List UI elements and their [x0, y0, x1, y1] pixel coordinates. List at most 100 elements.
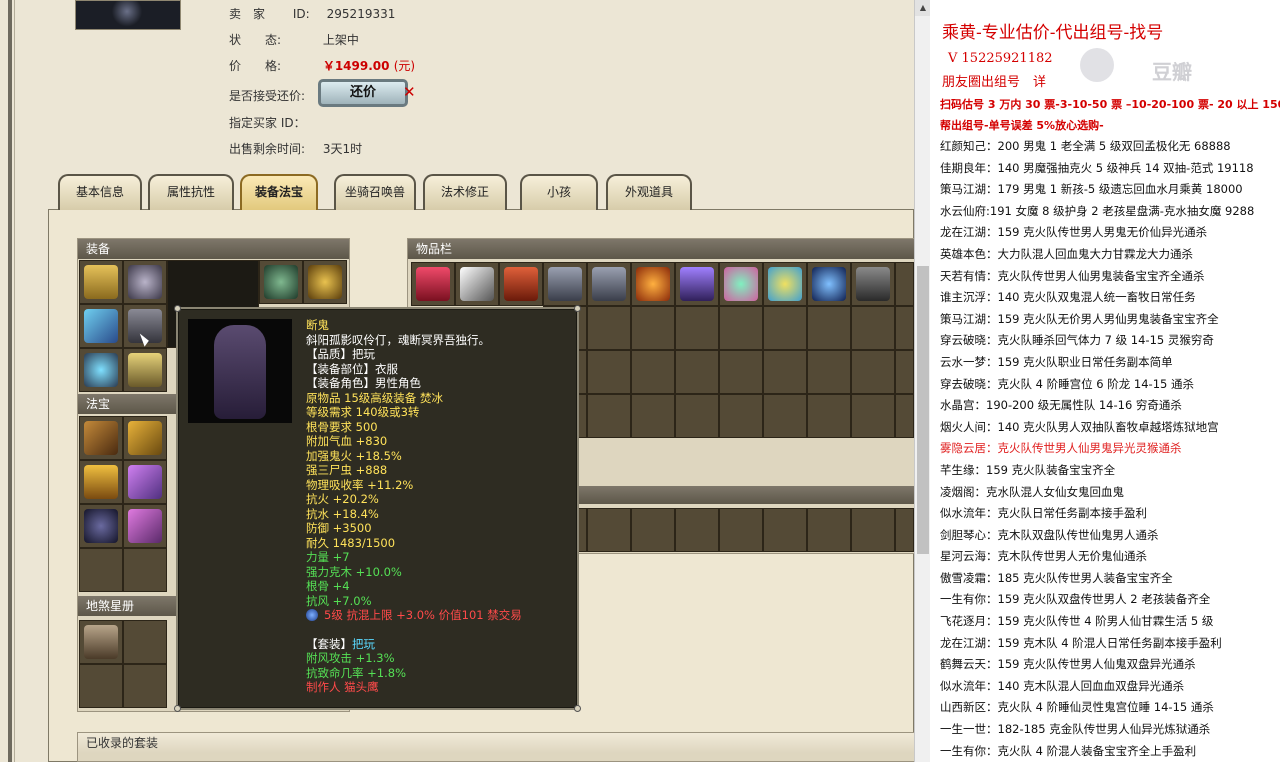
equip-slot[interactable] [123, 260, 167, 304]
dishastar-header: 地煞星册 [78, 596, 176, 616]
counter-offer-button[interactable]: 还价 [318, 79, 408, 107]
notes-list-item: 龙在江湖：159 克火队传世男人男鬼无价仙异光通杀 [940, 225, 1208, 240]
notes-list-item: 佳期良年：140 男魔强抽克火 5 级神兵 14 双抽-范式 19118 [940, 160, 1254, 175]
inventory-slot[interactable] [851, 262, 895, 306]
tab-equipment[interactable]: 装备法宝 [240, 174, 318, 210]
inventory-slot-empty[interactable] [631, 306, 675, 350]
inventory-slot-empty[interactable] [895, 350, 914, 394]
inventory-slot[interactable] [455, 262, 499, 306]
dishastar-slot[interactable] [79, 620, 123, 664]
inventory-slot-empty[interactable] [851, 508, 895, 552]
equip-slot[interactable] [303, 260, 347, 304]
inventory-slot-empty[interactable] [763, 306, 807, 350]
status-value: 上架中 [322, 33, 359, 47]
inventory-slot[interactable] [587, 262, 631, 306]
notes-list-item: 策马江湖：179 男鬼 1 新孩-5 级遗忘回血水月乘黄 18000 [940, 182, 1243, 197]
inventory-slot-empty[interactable] [675, 306, 719, 350]
inventory-slot-empty[interactable] [851, 350, 895, 394]
inventory-slot-empty[interactable] [719, 394, 763, 438]
inventory-slot[interactable] [631, 262, 675, 306]
tab-basic-info[interactable]: 基本信息 [58, 174, 142, 210]
notes-contact: V 15225921182 [948, 51, 1053, 66]
fabao-slot-empty[interactable] [79, 548, 123, 592]
inventory-slot[interactable] [411, 262, 455, 306]
time-value: 3天1时 [322, 142, 363, 156]
dishastar-slot-empty[interactable] [79, 664, 123, 708]
seller-row: 卖 家 ID: 295219331 [229, 7, 396, 21]
gem-line: 5级 抗混上限 +3.0% 价值101 禁交易 [306, 608, 576, 623]
inventory-slot-empty[interactable] [763, 394, 807, 438]
notes-list-item: 穿去破晓：克火队 4 阶睡宫位 6 阶龙 14-15 通杀 [940, 376, 1194, 391]
notes-list-item: 雾隐云居：克火队传世男人仙男鬼异光灵猴通杀 [940, 441, 1182, 456]
inventory-slot-empty[interactable] [719, 350, 763, 394]
equip-slot[interactable] [79, 348, 123, 392]
notes-list-item: 水云仙府:191 女魔 8 级护身 2 老孩星盘满-克水抽女魔 9288 [940, 203, 1255, 218]
notes-circle: 朋友圈出组号 详 [942, 75, 1047, 90]
inventory-slot[interactable] [895, 262, 914, 306]
time-row: 出售剩余时间: 3天1时 [229, 142, 363, 156]
notes-rules: 帮出组号-单号误差 5%放心选购- [940, 119, 1104, 132]
inventory-slot[interactable] [719, 262, 763, 306]
inventory-slot-empty[interactable] [587, 508, 631, 552]
inventory-slot-empty[interactable] [631, 350, 675, 394]
fabao-slot[interactable] [79, 460, 123, 504]
inventory-slot-empty[interactable] [763, 350, 807, 394]
inventory-slot[interactable] [763, 262, 807, 306]
equip-slot[interactable] [123, 348, 167, 392]
inventory-slot-empty[interactable] [719, 508, 763, 552]
close-icon[interactable]: ✕ [403, 83, 416, 101]
inventory-slot-empty[interactable] [807, 306, 851, 350]
fabao-slot[interactable] [79, 504, 123, 548]
inventory-slot-empty[interactable] [587, 306, 631, 350]
inventory-slot-empty[interactable] [675, 508, 719, 552]
inventory-slot-empty[interactable] [763, 508, 807, 552]
inventory-slot-empty[interactable] [807, 508, 851, 552]
inventory-slot-empty[interactable] [895, 394, 914, 438]
equip-slot[interactable] [79, 304, 123, 348]
buyer-row: 指定买家 ID： [229, 116, 306, 130]
notes-list-item: 似水流年：140 克木队混人回血血双盘异光通杀 [940, 678, 1185, 693]
inventory-slot-empty[interactable] [895, 508, 914, 552]
dishastar-slot-empty[interactable] [123, 620, 167, 664]
inventory-slot-empty[interactable] [807, 394, 851, 438]
inventory-slot-empty[interactable] [851, 394, 895, 438]
tab-child[interactable]: 小孩 [520, 174, 598, 210]
fabao-slot[interactable] [123, 460, 167, 504]
notes-list-item: 一生一世：182-185 克金队传世男人仙异光炼狱通杀 [940, 722, 1211, 737]
equip-slot[interactable] [79, 260, 123, 304]
inventory-slot-empty[interactable] [587, 350, 631, 394]
equipment-header: 装备 [78, 239, 349, 259]
inventory-slot-empty[interactable] [631, 508, 675, 552]
tab-mounts[interactable]: 坐骑召唤兽 [334, 174, 416, 210]
equip-slot[interactable] [259, 260, 303, 304]
inventory-slot-empty[interactable] [807, 350, 851, 394]
fabao-slot-empty[interactable] [123, 548, 167, 592]
fabao-slot[interactable] [123, 416, 167, 460]
scrollbar[interactable]: ▲ [914, 0, 931, 762]
inventory-slot[interactable] [675, 262, 719, 306]
tab-spells[interactable]: 法术修正 [423, 174, 507, 210]
tab-appearance[interactable]: 外观道具 [606, 174, 692, 210]
inventory-slot[interactable] [807, 262, 851, 306]
inventory-slot-empty[interactable] [631, 394, 675, 438]
gem-icon [306, 609, 318, 621]
scroll-up-icon[interactable]: ▲ [915, 0, 931, 16]
inventory-slot-empty[interactable] [719, 306, 763, 350]
inventory-slot[interactable] [543, 262, 587, 306]
inventory-slot-empty[interactable] [895, 306, 914, 350]
inventory-slot-empty[interactable] [851, 306, 895, 350]
inventory-slot[interactable] [499, 262, 543, 306]
scrollbar-thumb[interactable] [917, 266, 929, 554]
tab-attributes[interactable]: 属性抗性 [148, 174, 234, 210]
notes-list-item: 似水流年：克火队日常任务副本接手盈利 [940, 506, 1147, 521]
notes-list-item: 凌烟阁：克水队混人女仙女鬼回血鬼 [940, 484, 1124, 499]
fabao-slot[interactable] [123, 504, 167, 548]
watermark: 豆瓣 [1152, 60, 1192, 84]
dishastar-slot-empty[interactable] [123, 664, 167, 708]
fabao-header: 法宝 [78, 394, 176, 414]
inventory-slot-empty[interactable] [675, 350, 719, 394]
inventory-slot-empty[interactable] [587, 394, 631, 438]
fabao-slot[interactable] [79, 416, 123, 460]
notes-list-item: 星河云海：克木队传世男人无价鬼仙通杀 [940, 549, 1147, 564]
inventory-slot-empty[interactable] [675, 394, 719, 438]
